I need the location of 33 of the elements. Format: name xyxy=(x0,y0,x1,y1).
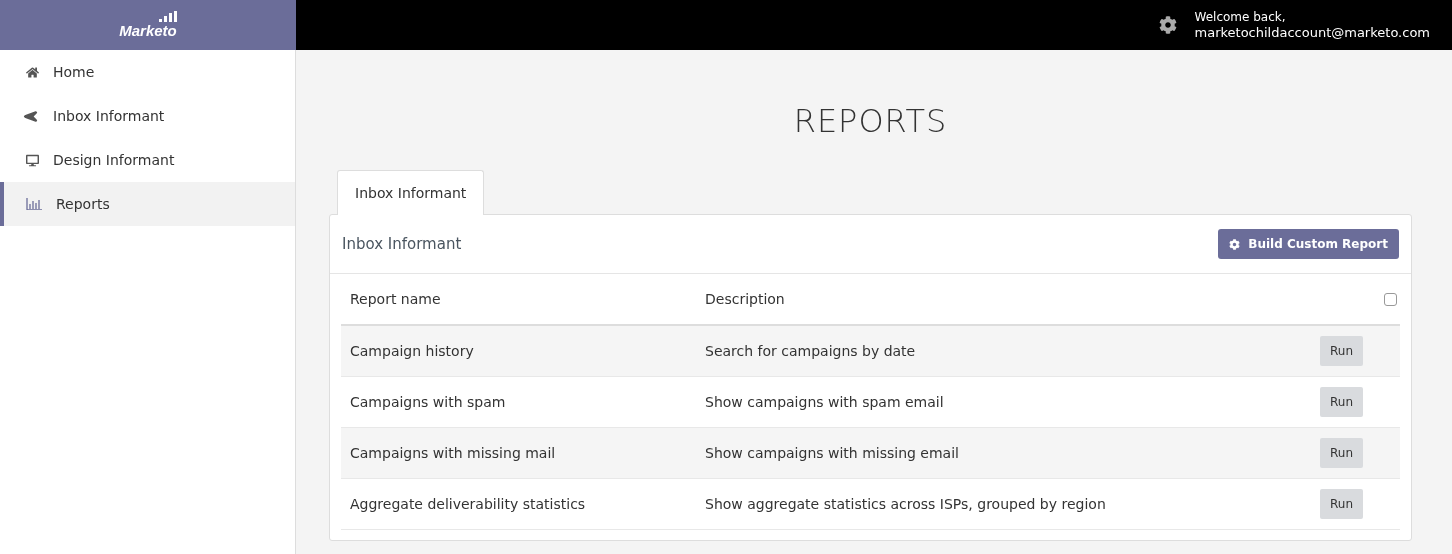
table-cell-text: Campaigns with missing mail xyxy=(350,445,557,461)
signal-bars-icon xyxy=(158,11,177,22)
home-icon xyxy=(26,65,39,79)
table-cell-text: Show campaigns with spam email xyxy=(705,394,945,410)
settings-icon xyxy=(1229,238,1241,250)
column-header: Report name xyxy=(350,291,442,307)
column-header: Description xyxy=(705,291,786,307)
run-button[interactable]: Run xyxy=(1320,438,1363,468)
table-cell-text: Search for campaigns by date xyxy=(705,343,917,359)
logo-text: Marketo xyxy=(119,22,177,39)
bar-chart-icon xyxy=(26,198,42,210)
table-cell-text: Campaigns with spam xyxy=(350,394,507,410)
table-cell-text: Aggregate deliverability statistics xyxy=(350,496,587,512)
sidebar-label: Home xyxy=(53,64,95,80)
sidebar-item[interactable]: Reports xyxy=(0,182,295,226)
welcome-text: Welcome back, xyxy=(1194,10,1287,25)
select-all-checkbox[interactable] xyxy=(1383,292,1397,306)
tab[interactable]: Inbox Informant xyxy=(337,170,485,215)
table-cell-text: Show aggregate statistics across ISPs, grouped by region xyxy=(705,496,1107,512)
sidebar-label: Design Informant xyxy=(53,152,175,168)
monitor-icon xyxy=(26,153,39,167)
run-button[interactable]: Run xyxy=(1320,336,1363,366)
page-title: REPORTS xyxy=(792,102,949,140)
run-button[interactable]: Run xyxy=(1320,387,1363,417)
sidebar-label: Inbox Informant xyxy=(53,108,165,124)
user-email: marketochildaccount@marketo.com xyxy=(1194,25,1430,40)
panel-title: Inbox Informant xyxy=(342,235,462,253)
build-custom-report-button[interactable]: Build Custom Report xyxy=(1218,229,1399,259)
table-cell-text: Show campaigns with missing email xyxy=(705,445,960,461)
sidebar-label: Reports xyxy=(56,196,110,212)
run-button[interactable]: Run xyxy=(1320,489,1363,519)
table-cell-text: Campaign history xyxy=(350,343,475,359)
settings-icon[interactable] xyxy=(1158,16,1177,34)
